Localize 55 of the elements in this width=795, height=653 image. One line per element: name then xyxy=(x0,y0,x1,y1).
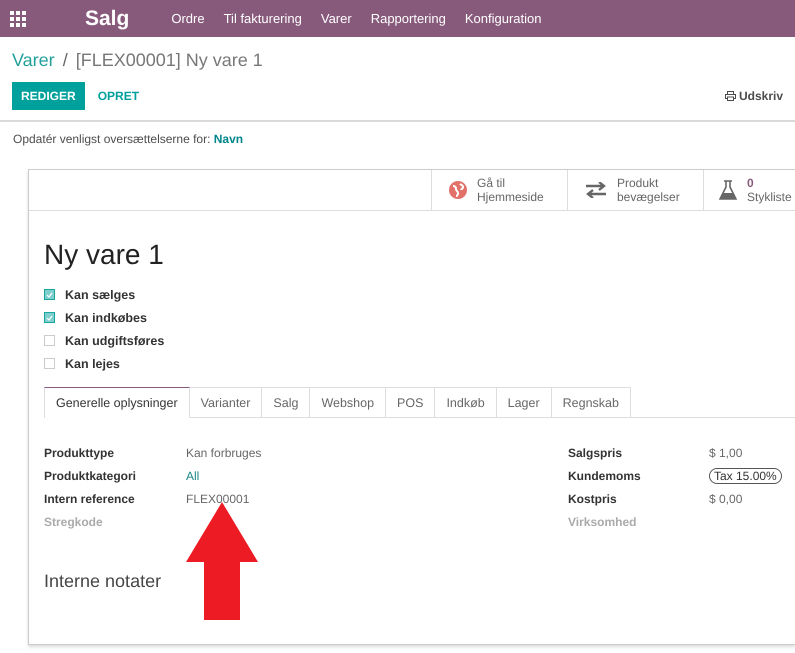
notice-text: Opdatér venligst oversættelserne for: Navn xyxy=(12,131,244,148)
menu-item[interactable]: Ordre xyxy=(171,11,205,26)
tab[interactable]: POS xyxy=(386,387,436,417)
stat-button[interactable]: Produkt bevægelser xyxy=(567,170,703,210)
field-value: $ 1,00 xyxy=(709,446,742,460)
edit-button[interactable]: REDIGER xyxy=(12,82,85,110)
field-value: $ 0,00 xyxy=(709,492,742,506)
product-name: Ny vare 1 xyxy=(44,239,165,271)
tab[interactable]: Webshop xyxy=(310,387,386,417)
printer-icon xyxy=(724,91,736,101)
tab[interactable]: Generelle oplysninger xyxy=(44,387,190,418)
field-value: Kan forbruges xyxy=(186,446,262,460)
flask-icon xyxy=(719,180,737,200)
tab[interactable]: Indkøb xyxy=(435,387,497,417)
checkbox-label: Kan indkøbes xyxy=(65,310,147,324)
checkbox[interactable] xyxy=(44,358,55,369)
globe-icon xyxy=(449,181,467,199)
print-button[interactable]: Udskriv xyxy=(724,89,783,103)
menu-item[interactable]: Konfiguration xyxy=(464,11,542,26)
menu-item[interactable]: Varer xyxy=(320,11,352,26)
field-label: Virksomhed xyxy=(568,514,636,528)
menu-item[interactable]: Til fakturering xyxy=(224,11,302,26)
menu-item[interactable]: Rapportering xyxy=(370,11,446,26)
notes-heading: Interne notater xyxy=(44,571,162,592)
field-label: Intern reference xyxy=(44,492,135,506)
swap-arrows-icon xyxy=(585,182,607,198)
field-label: Kostpris xyxy=(568,492,617,506)
apps-menu-icon[interactable] xyxy=(10,10,26,26)
app-title: Salg xyxy=(85,6,130,30)
breadcrumb-separator: / xyxy=(62,50,68,70)
tab[interactable]: Salg xyxy=(262,387,310,417)
checkmark-icon xyxy=(46,314,53,320)
field-label: Salgspris xyxy=(568,446,622,460)
checkbox-label: Kan udgiftsføres xyxy=(65,334,164,348)
field-label: Kundemoms xyxy=(568,468,641,482)
tab[interactable]: Varianter xyxy=(190,387,262,417)
stat-button[interactable]: Gå til Hjemmeside xyxy=(431,170,567,210)
field-label: Produkttype xyxy=(44,446,114,460)
field-value: FLEX00001 xyxy=(186,492,250,506)
tax-tag: Tax 15.00% xyxy=(709,468,782,484)
stat-button[interactable]: 0 Stykliste xyxy=(703,170,795,210)
breadcrumb-link[interactable]: Varer xyxy=(12,50,55,70)
breadcrumb-current: [FLEX00001] Ny vare 1 xyxy=(76,50,263,70)
tab[interactable]: Regnskab xyxy=(552,387,631,417)
checkmark-icon xyxy=(46,292,53,298)
checkbox-label: Kan lejes xyxy=(65,356,120,370)
field-label: Stregkode xyxy=(44,514,103,528)
tab[interactable]: Lager xyxy=(496,387,552,417)
category-link[interactable]: All xyxy=(186,468,200,482)
checkbox[interactable] xyxy=(44,335,55,346)
checkbox-label: Kan sælges xyxy=(65,288,136,302)
field-label: Produktkategori xyxy=(44,468,136,482)
checkbox[interactable] xyxy=(44,312,55,323)
checkbox[interactable] xyxy=(44,289,55,300)
create-button[interactable]: OPRET xyxy=(88,82,148,110)
